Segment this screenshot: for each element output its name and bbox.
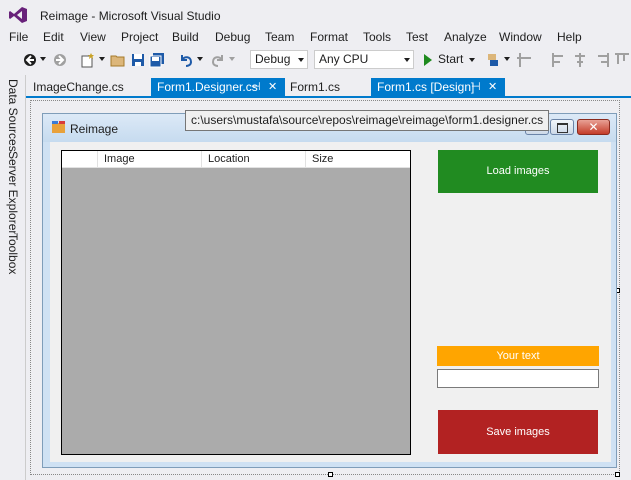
chevron-down-icon [469,58,475,62]
your-text-label: Your text [437,346,599,366]
menu-bar: File Edit View Project Build Debug Team … [0,29,631,47]
tab-form1-cs[interactable]: Form1.cs [284,78,366,96]
file-path-tooltip: c:\users\mustafa\source\repos\reimage\re… [185,110,550,131]
grid-column-location[interactable]: Location [202,151,306,168]
form-close-button[interactable]: ✕ [577,119,610,135]
save-all-icon[interactable] [149,52,165,68]
resize-handle-bottom[interactable] [328,472,333,477]
menu-view[interactable]: View [80,29,106,47]
menu-window[interactable]: Window [499,29,542,47]
chevron-down-icon [404,58,410,62]
menu-analyze[interactable]: Analyze [444,29,487,47]
rail-tab-toolbox[interactable]: Toolbox [4,233,20,274]
menu-project[interactable]: Project [121,29,158,47]
back-dropdown-arrow-icon[interactable] [40,57,46,61]
close-icon[interactable]: ✕ [268,78,277,96]
maximize-icon [557,123,568,133]
solution-platform-select[interactable]: Any CPU [314,50,414,69]
undo-dropdown-arrow-icon[interactable] [197,57,203,61]
tab-label: Form1.Designer.cs [157,80,258,94]
menu-build[interactable]: Build [172,29,199,47]
navigate-back-icon[interactable] [22,52,38,68]
solution-configuration-select[interactable]: Debug [250,50,308,69]
align-to-grid-icon[interactable] [516,52,532,68]
solution-configuration-value: Debug [255,52,291,66]
open-file-icon[interactable] [110,52,126,68]
menu-edit[interactable]: Edit [43,29,64,47]
solution-platform-value: Any CPU [319,52,369,66]
grid-column-size[interactable]: Size [306,151,410,168]
navigate-forward-icon[interactable] [52,52,68,68]
visual-studio-logo-icon [9,7,27,23]
align-tops-icon[interactable] [614,52,630,68]
browser-link-icon[interactable] [485,52,501,68]
menu-file[interactable]: File [9,29,28,47]
grid-column-image[interactable]: Image [98,151,202,168]
document-tab-strip: ImageChange.cs Form1.Designer.cs ⊣ ✕ For… [26,76,631,98]
pin-icon[interactable]: ⊣ [471,78,481,96]
tab-form1-cs-design[interactable]: Form1.cs [Design] ⊣ ✕ [371,78,505,96]
left-tool-rail: Data Sources Server Explorer Toolbox [0,75,26,480]
toolbar: Debug Any CPU Start [0,47,631,73]
undo-icon[interactable] [178,52,194,68]
menu-team[interactable]: Team [265,29,294,47]
tab-form1-designer-cs[interactable]: Form1.Designer.cs ⊣ ✕ [151,78,285,96]
tab-imagechange-cs[interactable]: ImageChange.cs [27,78,147,96]
menu-format[interactable]: Format [310,29,348,47]
your-text-input[interactable] [437,369,599,388]
browser-link-dropdown-arrow-icon[interactable] [504,57,510,61]
align-centers-icon[interactable] [572,52,588,68]
pin-icon[interactable]: ⊣ [251,78,261,96]
grid-row-header-column[interactable] [62,151,98,168]
save-icon[interactable] [130,52,146,68]
redo-dropdown-arrow-icon[interactable] [229,57,235,61]
maximize-button[interactable] [550,119,574,135]
start-label: Start [438,52,464,66]
load-images-button[interactable]: Load images [438,150,598,193]
rail-tab-server-explorer[interactable]: Server Explorer [4,151,20,234]
form-app-icon [52,121,65,133]
play-icon [424,54,432,66]
start-debugging-button[interactable]: Start [421,52,481,68]
redo-icon[interactable] [210,52,226,68]
menu-tools[interactable]: Tools [363,29,391,47]
tab-label: ImageChange.cs [33,80,124,94]
tab-label: Form1.cs [290,80,341,94]
menu-help[interactable]: Help [557,29,582,47]
form-title: Reimage [70,122,119,136]
grid-header-row: Image Location Size [62,151,410,168]
menu-test[interactable]: Test [406,29,428,47]
close-icon: ✕ [588,120,599,134]
resize-handle-bottom-right[interactable] [615,472,620,477]
align-rights-icon[interactable] [594,52,610,68]
save-images-button[interactable]: Save images [438,410,598,454]
align-lefts-icon[interactable] [551,52,567,68]
data-grid-view[interactable] [61,150,411,455]
menu-debug[interactable]: Debug [215,29,250,47]
rail-tab-data-sources[interactable]: Data Sources [4,79,20,152]
chevron-down-icon [298,58,304,62]
close-icon[interactable]: ✕ [488,78,497,96]
window-title: Reimage - Microsoft Visual Studio [40,9,221,23]
tab-label: Form1.cs [Design] [377,80,475,94]
new-dropdown-arrow-icon[interactable] [99,57,105,61]
new-project-icon[interactable] [80,52,96,68]
